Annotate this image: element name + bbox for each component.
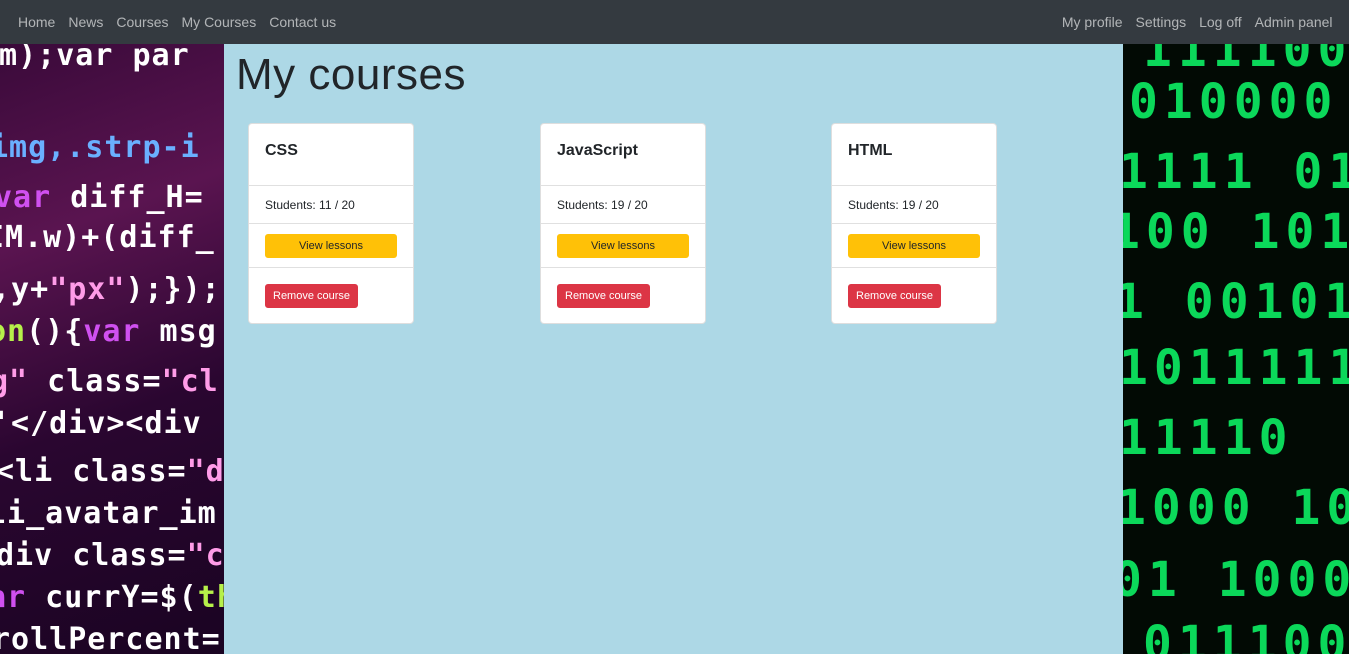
view-lessons-button[interactable]: View lessons bbox=[557, 234, 689, 258]
nav-settings-link[interactable]: Settings bbox=[1129, 0, 1193, 44]
course-card-css: CSS Students: 11 / 20 View lessons Remov… bbox=[248, 123, 414, 324]
remove-course-button[interactable]: Remove course bbox=[848, 284, 942, 308]
student-count: Students: 19 / 20 bbox=[557, 198, 648, 212]
card-divider bbox=[832, 185, 996, 186]
card-divider bbox=[541, 267, 705, 268]
nav-news-link[interactable]: News bbox=[62, 0, 110, 44]
nav-left: Home News Courses My Courses Contact us bbox=[10, 0, 343, 44]
nav-my-profile-link[interactable]: My profile bbox=[1054, 0, 1129, 44]
code-background-image: em);var par img,.strp-i var diff_H= IM.w… bbox=[0, 44, 224, 654]
nav-right: My profile Settings Log off Admin panel bbox=[1054, 0, 1339, 44]
course-title: JavaScript bbox=[557, 142, 638, 159]
course-card-html: HTML Students: 19 / 20 View lessons Remo… bbox=[831, 123, 997, 324]
student-count: Students: 19 / 20 bbox=[848, 198, 939, 212]
nav-courses-link[interactable]: Courses bbox=[110, 0, 175, 44]
main-content: My courses CSS Students: 11 / 20 View le… bbox=[224, 44, 1123, 654]
remove-course-button[interactable]: Remove course bbox=[557, 284, 651, 308]
nav-my-courses-link[interactable]: My Courses bbox=[175, 0, 263, 44]
card-divider bbox=[249, 185, 413, 186]
card-divider bbox=[832, 267, 996, 268]
card-divider bbox=[832, 223, 996, 224]
nav-home-link[interactable]: Home bbox=[10, 0, 62, 44]
nav-contact-link[interactable]: Contact us bbox=[263, 0, 343, 44]
binary-background-image: 111100 010000 1111 01 100 101 1 00101 10… bbox=[1123, 44, 1349, 654]
page-title: My courses bbox=[236, 50, 466, 99]
view-lessons-button[interactable]: View lessons bbox=[848, 234, 980, 258]
card-divider bbox=[249, 223, 413, 224]
card-divider bbox=[541, 223, 705, 224]
student-count: Students: 11 / 20 bbox=[265, 198, 355, 212]
nav-admin-panel-link[interactable]: Admin panel bbox=[1248, 0, 1339, 44]
top-navbar: Home News Courses My Courses Contact us … bbox=[0, 0, 1349, 44]
course-card-javascript: JavaScript Students: 19 / 20 View lesson… bbox=[540, 123, 706, 324]
card-divider bbox=[249, 267, 413, 268]
course-title: CSS bbox=[265, 142, 298, 159]
nav-log-off-link[interactable]: Log off bbox=[1193, 0, 1249, 44]
card-divider bbox=[541, 185, 705, 186]
remove-course-button[interactable]: Remove course bbox=[265, 284, 359, 308]
view-lessons-button[interactable]: View lessons bbox=[265, 234, 397, 258]
course-title: HTML bbox=[848, 142, 893, 159]
